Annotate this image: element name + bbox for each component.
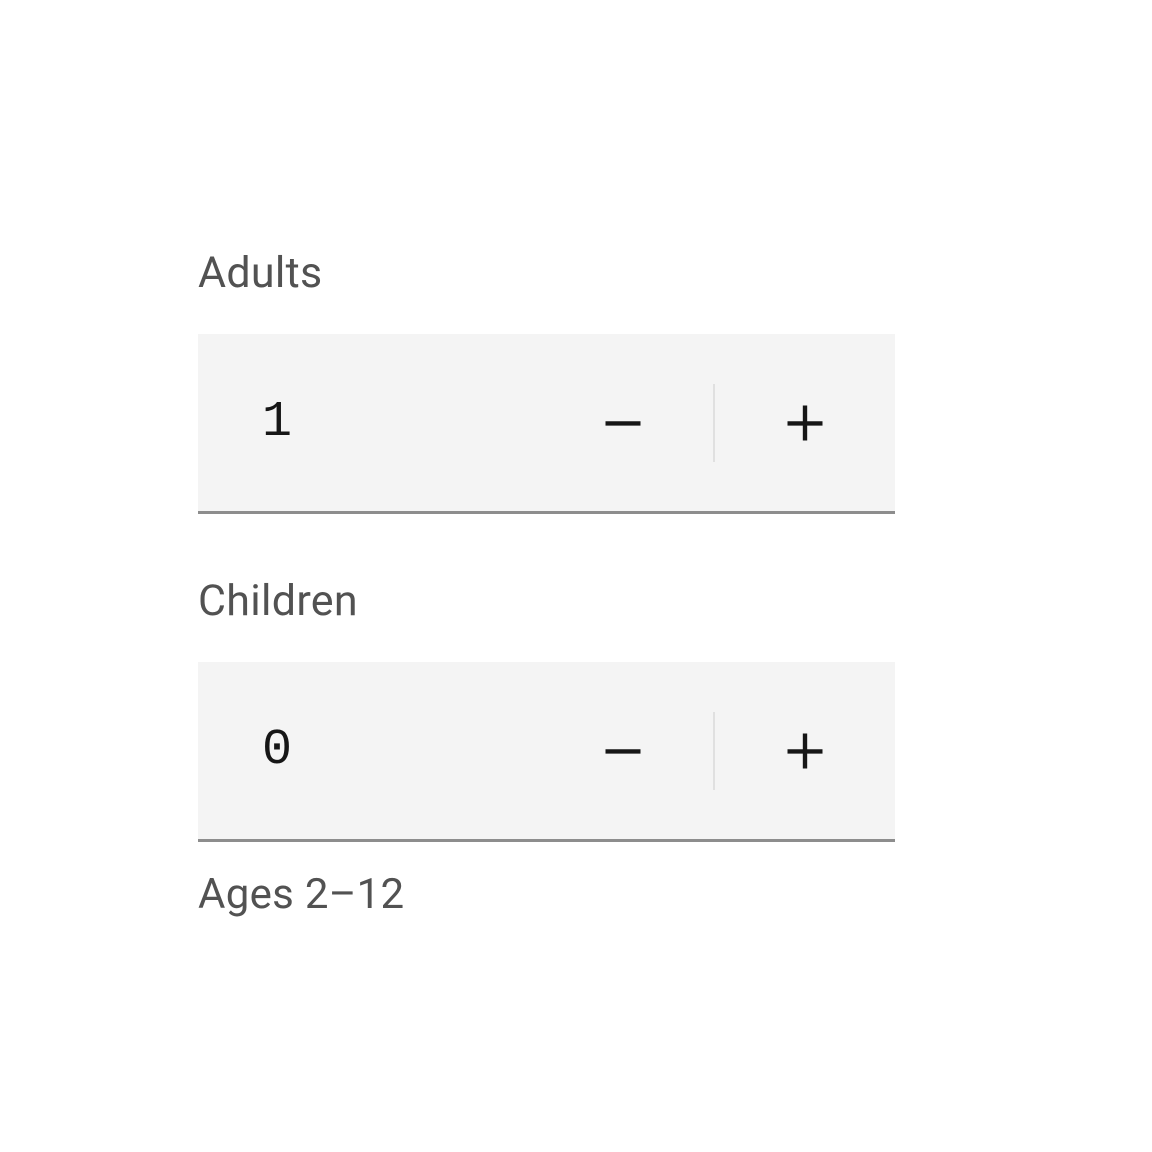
children-value: 0 bbox=[198, 722, 533, 779]
children-controls bbox=[533, 662, 895, 839]
children-stepper: 0 bbox=[198, 662, 895, 842]
children-increment-button[interactable] bbox=[715, 662, 895, 839]
plus-icon bbox=[777, 723, 833, 779]
adults-stepper: 1 bbox=[198, 334, 895, 514]
minus-icon bbox=[595, 723, 651, 779]
adults-label: Adults bbox=[198, 248, 895, 298]
children-helper-text: Ages 2–12 bbox=[198, 870, 895, 919]
adults-value: 1 bbox=[198, 394, 533, 451]
adults-increment-button[interactable] bbox=[715, 334, 895, 511]
children-label: Children bbox=[198, 576, 895, 626]
children-stepper-group: Children 0 Ages 2–12 bbox=[198, 576, 895, 919]
adults-controls bbox=[533, 334, 895, 511]
adults-stepper-group: Adults 1 bbox=[198, 248, 895, 514]
adults-decrement-button[interactable] bbox=[533, 334, 713, 511]
minus-icon bbox=[595, 395, 651, 451]
children-decrement-button[interactable] bbox=[533, 662, 713, 839]
plus-icon bbox=[777, 395, 833, 451]
